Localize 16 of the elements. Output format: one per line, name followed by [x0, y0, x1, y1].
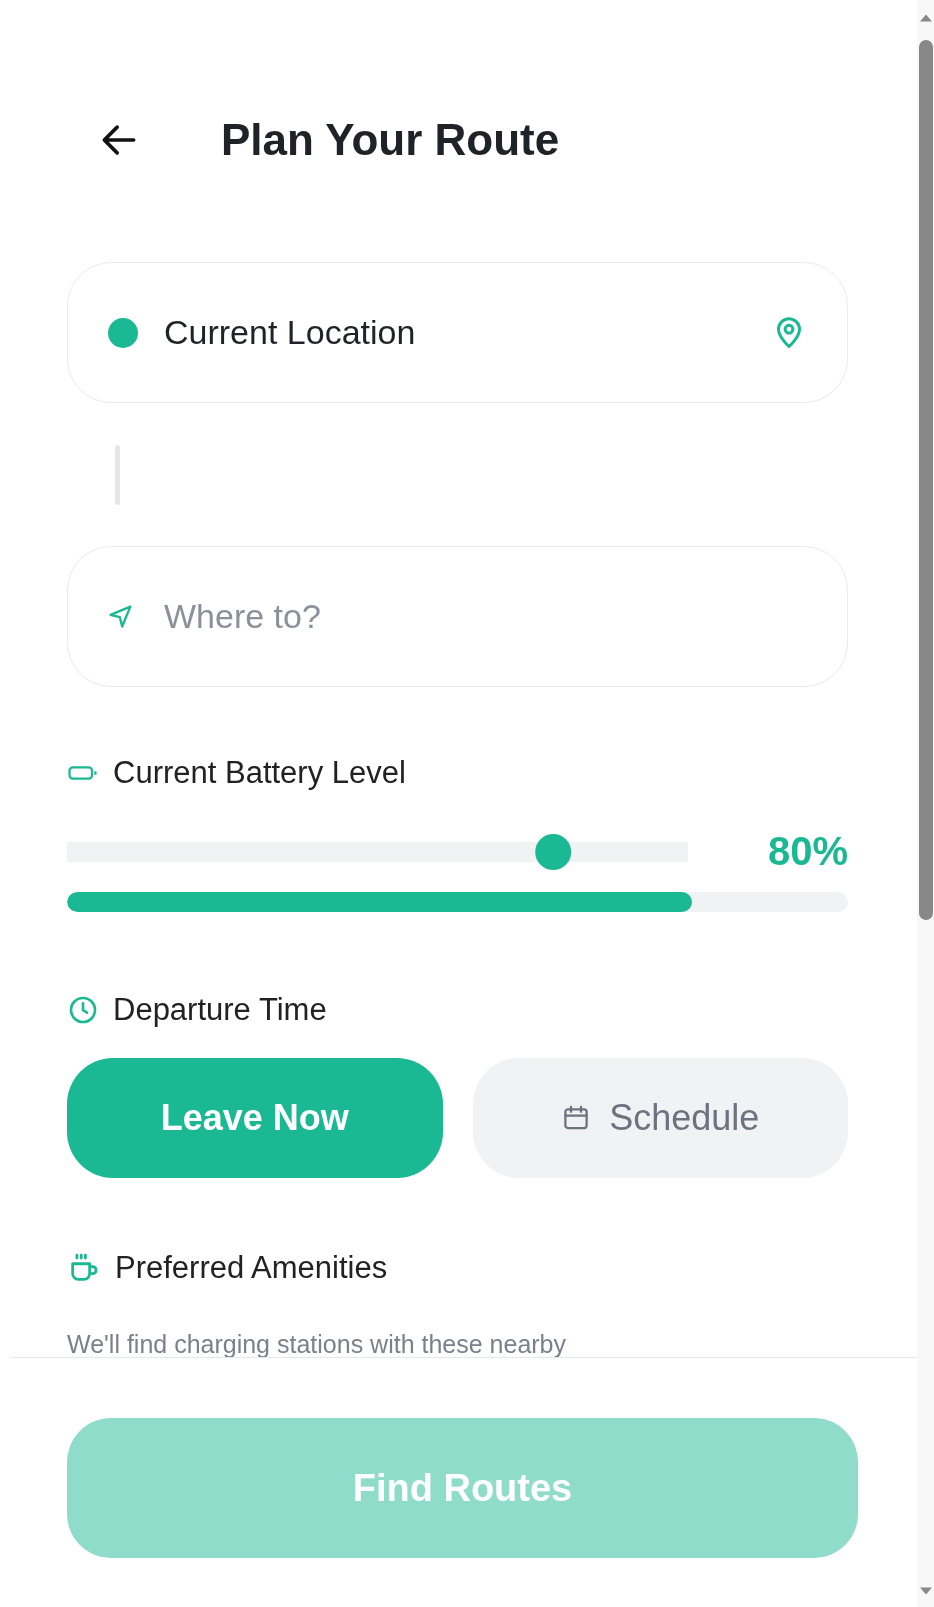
scroll-down-icon[interactable] — [919, 1587, 932, 1595]
origin-dot-icon — [108, 317, 138, 348]
departure-label: Departure Time — [113, 992, 327, 1028]
leave-now-button[interactable]: Leave Now — [67, 1058, 443, 1178]
battery-percentage: 80% — [767, 829, 848, 874]
scroll-up-icon[interactable] — [919, 14, 932, 22]
origin-field[interactable]: Current Location — [67, 262, 848, 403]
amenities-label: Preferred Amenities — [115, 1250, 388, 1286]
battery-label: Current Battery Level — [113, 755, 406, 791]
scrollbar-thumb[interactable] — [918, 40, 933, 920]
schedule-button[interactable]: Schedule — [472, 1058, 848, 1178]
clock-icon — [67, 994, 99, 1026]
battery-icon — [67, 764, 99, 782]
scrollbar[interactable] — [917, 0, 934, 1607]
page-title: Plan Your Route — [221, 115, 560, 165]
destination-field[interactable]: Where to? — [67, 546, 848, 687]
